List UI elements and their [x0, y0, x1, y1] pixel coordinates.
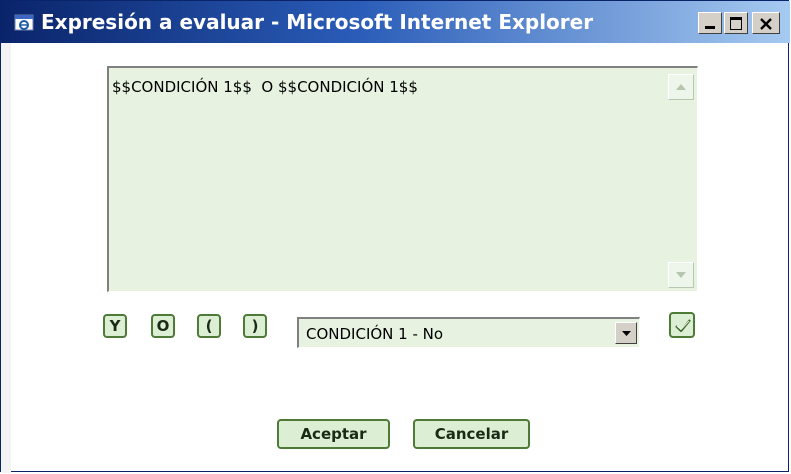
- scroll-up-button[interactable]: [668, 74, 694, 100]
- scroll-down-button[interactable]: [668, 262, 694, 288]
- condition-select[interactable]: CONDICIÓN 1 - No: [297, 317, 640, 348]
- checkmark-icon: [675, 319, 691, 333]
- expression-scrollbar[interactable]: [665, 68, 697, 291]
- expression-text: $$CONDICIÓN 1$$ O $$CONDICIÓN 1$$: [112, 78, 418, 96]
- dialog-window: Expresión a evaluar - Microsoft Internet…: [0, 0, 790, 473]
- window-title: Expresión a evaluar - Microsoft Internet…: [41, 10, 594, 34]
- scroll-up-arrow-icon: [676, 84, 686, 90]
- condition-dropdown-button[interactable]: [615, 322, 637, 344]
- cancel-button[interactable]: Cancelar: [413, 419, 530, 449]
- or-button[interactable]: O: [151, 314, 175, 338]
- and-button[interactable]: Y: [103, 314, 127, 338]
- condition-select-value: CONDICIÓN 1 - No: [306, 325, 444, 343]
- minimize-button[interactable]: [698, 12, 722, 34]
- close-parenthesis-button[interactable]: ): [243, 314, 267, 338]
- window-left-edge: [1, 43, 11, 473]
- close-button[interactable]: [752, 12, 780, 34]
- close-icon: [759, 16, 773, 35]
- title-bar[interactable]: Expresión a evaluar - Microsoft Internet…: [1, 1, 790, 43]
- accept-button[interactable]: Aceptar: [277, 419, 390, 449]
- scroll-down-arrow-icon: [676, 272, 686, 278]
- minimize-icon: [705, 26, 715, 29]
- maximize-button[interactable]: [724, 12, 748, 34]
- expression-textarea[interactable]: $$CONDICIÓN 1$$ O $$CONDICIÓN 1$$: [107, 66, 698, 292]
- dropdown-arrow-icon: [622, 331, 631, 336]
- ie-window-icon[interactable]: [14, 13, 36, 33]
- open-parenthesis-button[interactable]: (: [197, 314, 221, 338]
- validate-button[interactable]: [669, 312, 695, 338]
- maximize-icon: [730, 17, 742, 30]
